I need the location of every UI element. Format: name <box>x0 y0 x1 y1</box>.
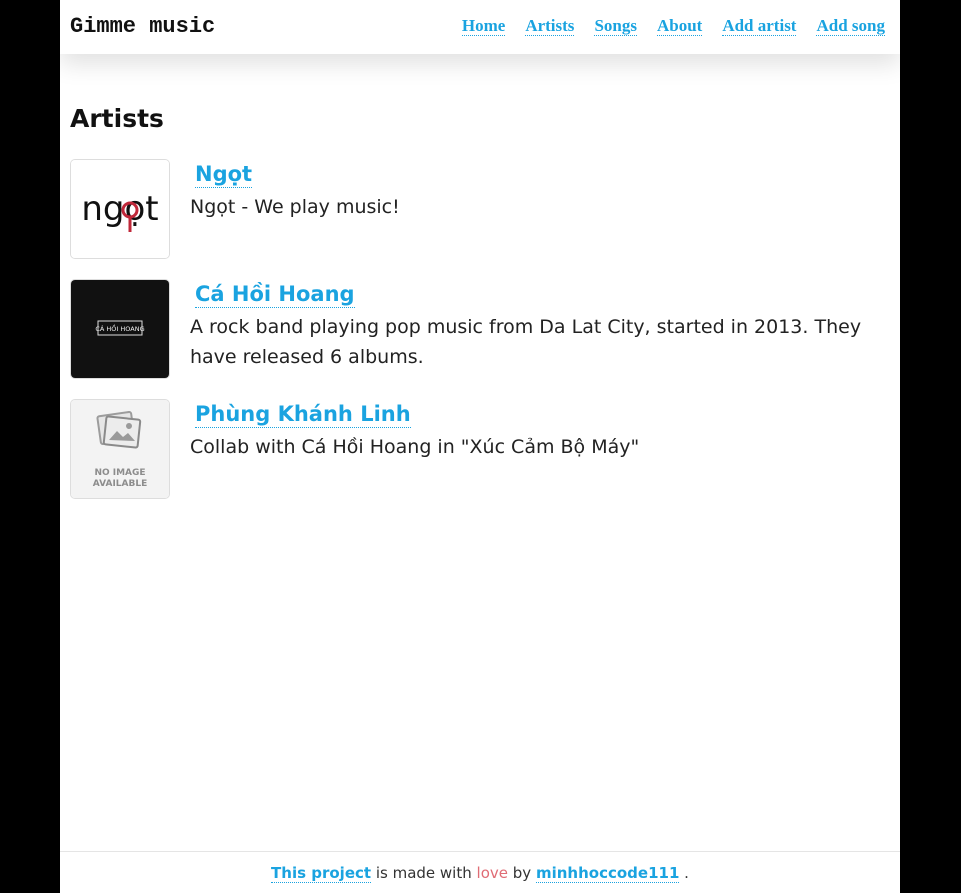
footer-divider <box>60 851 900 852</box>
footer-made-with: is made with <box>375 864 472 882</box>
nav-add-song[interactable]: Add song <box>816 17 885 36</box>
page-container: Gimme music Home Artists Songs About Add… <box>60 0 900 893</box>
ngot-logo-image: ngọt <box>71 160 169 258</box>
artist-item: NO IMAGE AVAILABLE Phùng Khánh Linh Coll… <box>70 399 890 499</box>
footer-by: by <box>512 864 532 882</box>
nav-about[interactable]: About <box>656 17 703 36</box>
page-title: Artists <box>70 104 164 133</box>
artist-description: Ngọt - We play music! <box>190 196 400 218</box>
brand-logo[interactable]: Gimme music <box>70 14 215 39</box>
nav-home[interactable]: Home <box>461 17 506 36</box>
artist-description: A rock band playing pop music from Da La… <box>190 316 862 368</box>
artist-name-link[interactable]: Cá Hồi Hoang <box>195 281 355 308</box>
artist-thumbnail[interactable]: ngọt <box>70 159 170 259</box>
project-link[interactable]: This project <box>271 864 372 883</box>
author-link[interactable]: minhhoccode111 <box>535 864 680 883</box>
ca-hoi-hoang-logo-image: CÁ HỒI HOANG <box>71 280 169 378</box>
footer: This project is made with love by minhho… <box>60 864 900 883</box>
artist-item: CÁ HỒI HOANG Cá Hồi Hoang A rock band pl… <box>70 279 890 379</box>
top-navbar: Gimme music Home Artists Songs About Add… <box>60 0 900 54</box>
footer-love: love <box>476 864 508 882</box>
ca-hoi-hoang-logo-text: CÁ HỒI HOANG <box>95 323 144 333</box>
no-image-placeholder: NO IMAGE AVAILABLE <box>71 400 169 498</box>
main-nav: Home Artists Songs About Add artist Add … <box>461 17 885 36</box>
nav-add-artist[interactable]: Add artist <box>722 17 797 36</box>
footer-period: . <box>684 864 689 882</box>
no-image-text-line1: NO IMAGE <box>94 468 145 478</box>
artist-thumbnail[interactable]: CÁ HỒI HOANG <box>70 279 170 379</box>
ngot-logo-text: ngọt <box>81 189 158 229</box>
artist-name-link[interactable]: Ngọt <box>195 161 253 188</box>
artist-description: Collab with Cá Hồi Hoang in "Xúc Cảm Bộ … <box>190 436 640 458</box>
artist-thumbnail[interactable]: NO IMAGE AVAILABLE <box>70 399 170 499</box>
nav-artists[interactable]: Artists <box>525 17 575 36</box>
nav-songs[interactable]: Songs <box>594 17 637 36</box>
no-image-text-line2: AVAILABLE <box>93 479 147 489</box>
artist-item: ngọt Ngọt Ngọt - We play music! <box>70 159 890 259</box>
artist-name-link[interactable]: Phùng Khánh Linh <box>195 401 411 428</box>
